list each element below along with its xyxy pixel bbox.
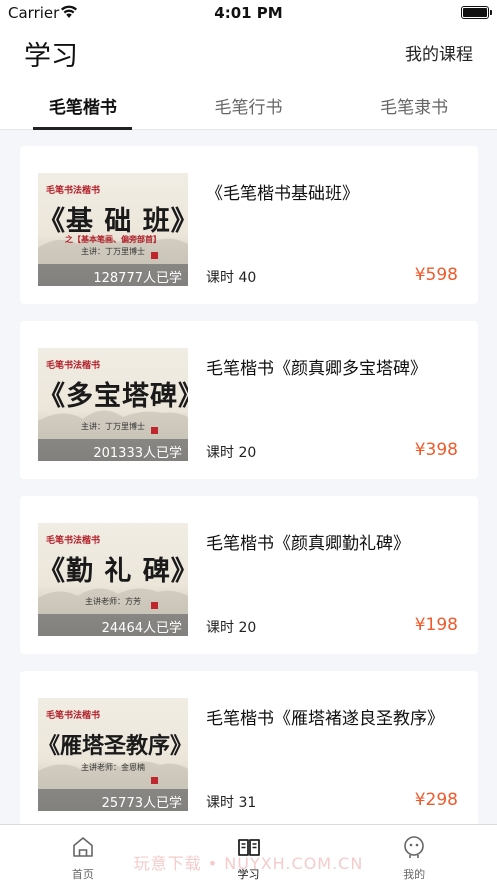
battery-icon xyxy=(461,6,492,19)
thumbnail-course-name: 《基 础 班》 xyxy=(38,206,188,237)
course-card[interactable]: 毛笔书法楷书 《多宝塔碑》 主讲：丁万里博士 201333人已学 毛笔楷书《颜真… xyxy=(20,321,478,479)
course-price: ¥298 xyxy=(414,790,458,810)
tab-lishu[interactable]: 毛笔隶书 xyxy=(331,80,497,129)
course-list: 毛笔书法楷书 《基 础 班》 之【基本笔画、偏旁部首】 主讲：丁万里博士 128… xyxy=(20,146,478,846)
course-lessons: 课时 20 xyxy=(206,620,257,636)
category-tabs: 毛笔楷书 毛笔行书 毛笔隶书 xyxy=(0,80,497,130)
course-title: 《毛笔楷书基础班》 xyxy=(206,184,359,204)
thumbnail-teacher: 主讲老师：金恩楠 xyxy=(81,763,145,772)
thumbnail-course-name: 《雁塔圣教序》 xyxy=(38,733,188,759)
tab-xingshu[interactable]: 毛笔行书 xyxy=(166,80,332,129)
course-lessons: 课时 20 xyxy=(206,445,257,461)
course-thumbnail: 毛笔书法楷书 《基 础 班》 之【基本笔画、偏旁部首】 主讲：丁万里博士 128… xyxy=(38,173,188,286)
watermark: 玩意下载 • NUYXH.COM.CN xyxy=(133,854,364,873)
tab-label: 毛笔隶书 xyxy=(380,98,449,118)
thumbnail-series: 毛笔书法楷书 xyxy=(46,361,101,371)
page-title: 学习 xyxy=(24,41,78,72)
thumbnail-teacher: 主讲老师：方芳 xyxy=(85,597,141,606)
thumbnail-series: 毛笔书法楷书 xyxy=(46,536,101,546)
enrolled-count: 25773人已学 xyxy=(38,789,188,811)
seal-stamp-icon xyxy=(151,252,158,259)
thumbnail-teacher: 主讲：丁万里博士 xyxy=(81,422,145,431)
my-courses-link[interactable]: 我的课程 xyxy=(405,40,473,65)
course-card[interactable]: 毛笔书法楷书 《雁塔圣教序》 主讲老师：金恩楠 25773人已学 毛笔楷书《雁塔… xyxy=(20,671,478,829)
thumbnail-series: 毛笔书法楷书 xyxy=(46,186,101,196)
thumbnail-subtitle: 之【基本笔画、偏旁部首】 xyxy=(65,235,161,244)
course-title: 毛笔楷书《颜真卿多宝塔碑》 xyxy=(206,359,427,379)
course-thumbnail: 毛笔书法楷书 《多宝塔碑》 主讲：丁万里博士 201333人已学 xyxy=(38,348,188,461)
enrolled-count: 201333人已学 xyxy=(38,439,188,461)
course-thumbnail: 毛笔书法楷书 《勤 礼 碑》 主讲老师：方芳 24464人已学 xyxy=(38,523,188,636)
thumbnail-course-name: 《勤 礼 碑》 xyxy=(38,556,188,587)
tab-label: 毛笔行书 xyxy=(214,98,283,118)
course-thumbnail: 毛笔书法楷书 《雁塔圣教序》 主讲老师：金恩楠 25773人已学 xyxy=(38,698,188,811)
course-card[interactable]: 毛笔书法楷书 《勤 礼 碑》 主讲老师：方芳 24464人已学 毛笔楷书《颜真卿… xyxy=(20,496,478,654)
course-lessons: 课时 31 xyxy=(206,795,257,811)
status-time: 4:01 PM xyxy=(214,4,283,22)
course-price: ¥398 xyxy=(414,440,458,460)
active-tab-indicator xyxy=(33,127,132,130)
tab-label: 毛笔楷书 xyxy=(48,98,117,118)
thumbnail-series: 毛笔书法楷书 xyxy=(46,711,101,721)
course-price: ¥198 xyxy=(414,615,458,635)
thumbnail-teacher: 主讲：丁万里博士 xyxy=(81,247,145,256)
status-bar: Carrier 4:01 PM xyxy=(0,0,497,26)
course-title: 毛笔楷书《雁塔褚遂良圣教序》 xyxy=(206,709,444,729)
course-title: 毛笔楷书《颜真卿勤礼碑》 xyxy=(206,534,410,554)
tab-kaishu[interactable]: 毛笔楷书 xyxy=(0,80,166,129)
header: 学习 我的课程 xyxy=(0,26,497,80)
course-price: ¥598 xyxy=(414,265,458,285)
course-lessons: 课时 40 xyxy=(206,270,257,286)
seal-stamp-icon xyxy=(151,777,158,784)
seal-stamp-icon xyxy=(151,427,158,434)
thumbnail-course-name: 《多宝塔碑》 xyxy=(38,381,188,412)
seal-stamp-icon xyxy=(151,602,158,609)
enrolled-count: 128777人已学 xyxy=(38,264,188,286)
course-card[interactable]: 毛笔书法楷书 《基 础 班》 之【基本笔画、偏旁部首】 主讲：丁万里博士 128… xyxy=(20,146,478,304)
enrolled-count: 24464人已学 xyxy=(38,614,188,636)
